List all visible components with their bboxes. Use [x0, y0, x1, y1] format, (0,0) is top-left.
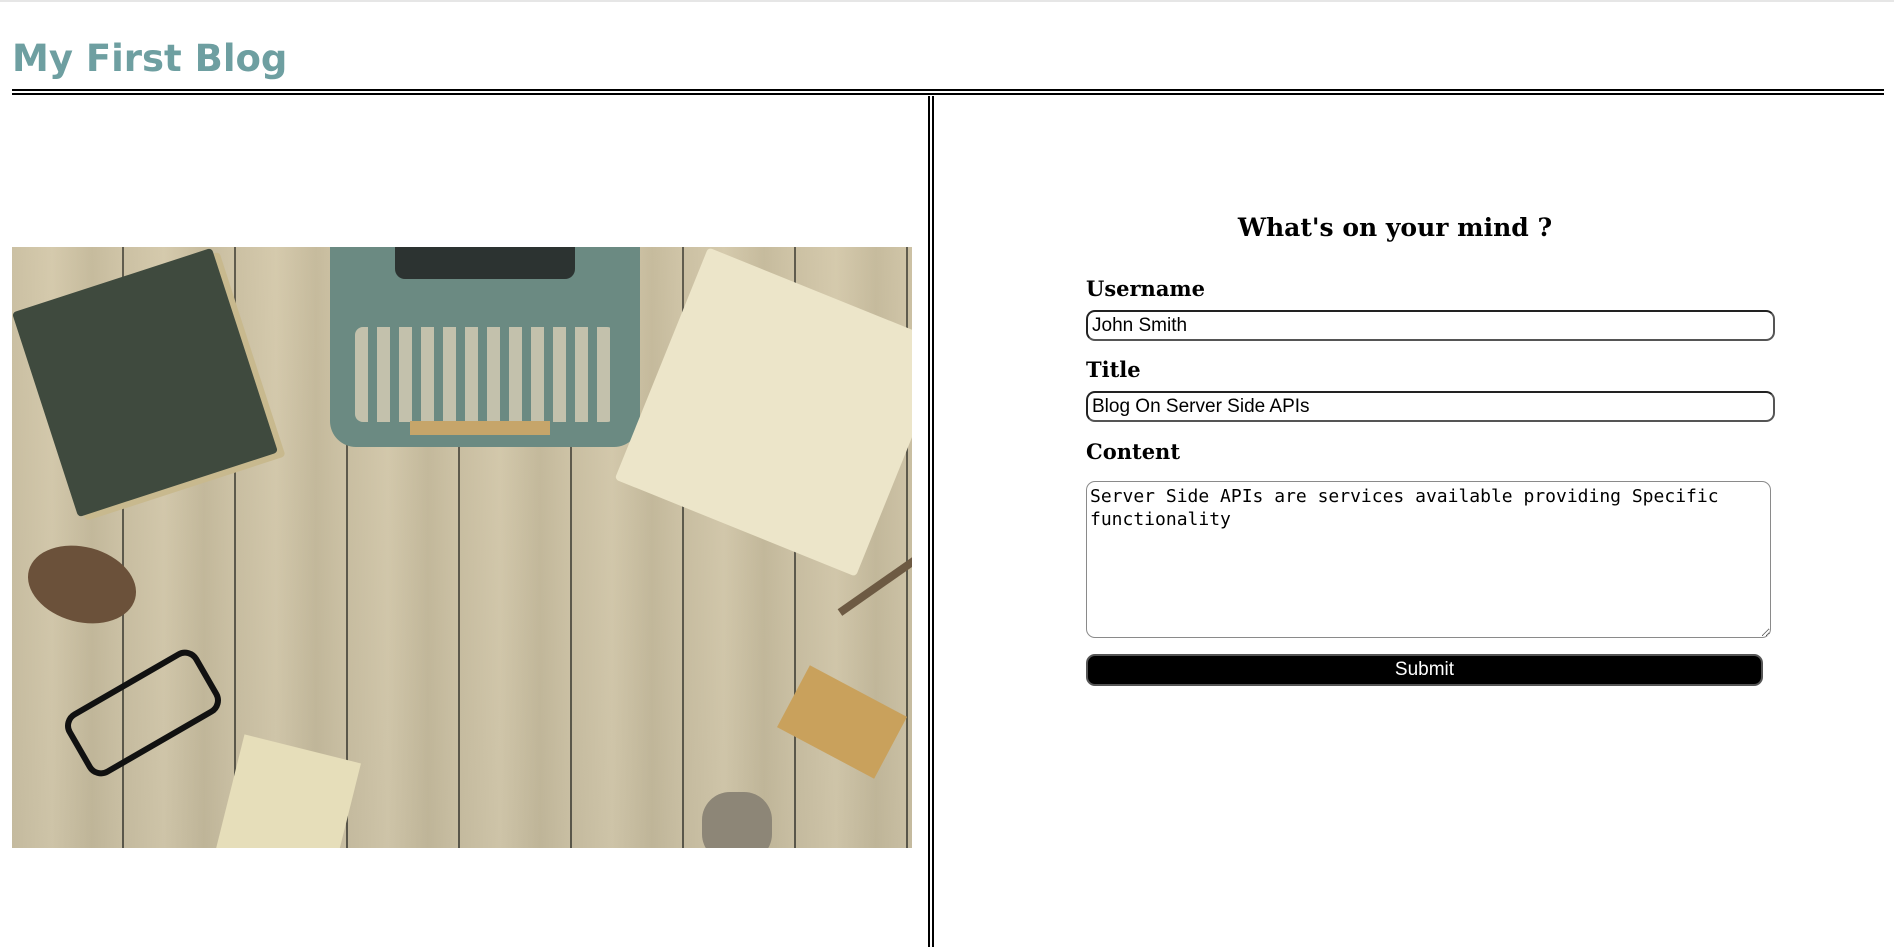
top-border	[0, 0, 1894, 2]
column-divider	[928, 96, 934, 947]
card-illustration	[213, 734, 361, 848]
glasses-illustration	[59, 643, 227, 783]
slides-box-illustration	[777, 665, 907, 779]
workspace-image	[12, 247, 912, 848]
notebook-illustration	[614, 247, 912, 577]
title-input[interactable]	[1086, 391, 1775, 422]
username-label: Username	[1086, 276, 1206, 301]
submit-button[interactable]: Submit	[1086, 654, 1763, 686]
title-label: Title	[1086, 357, 1141, 382]
content-label: Content	[1086, 439, 1181, 464]
book-illustration	[12, 247, 279, 518]
username-input[interactable]	[1086, 310, 1775, 341]
jar-illustration	[702, 792, 772, 848]
content-textarea[interactable]: Server Side APIs are services available …	[1086, 481, 1771, 638]
typewriter-keys	[355, 327, 615, 422]
site-title: My First Blog	[12, 37, 288, 80]
form-heading: What's on your mind ?	[1237, 213, 1553, 242]
typewriter-spacebar	[410, 421, 550, 435]
header-divider	[12, 89, 1884, 95]
typewriter-roller	[395, 247, 575, 279]
pinecone-illustration	[19, 534, 145, 635]
typewriter-illustration	[330, 247, 640, 447]
